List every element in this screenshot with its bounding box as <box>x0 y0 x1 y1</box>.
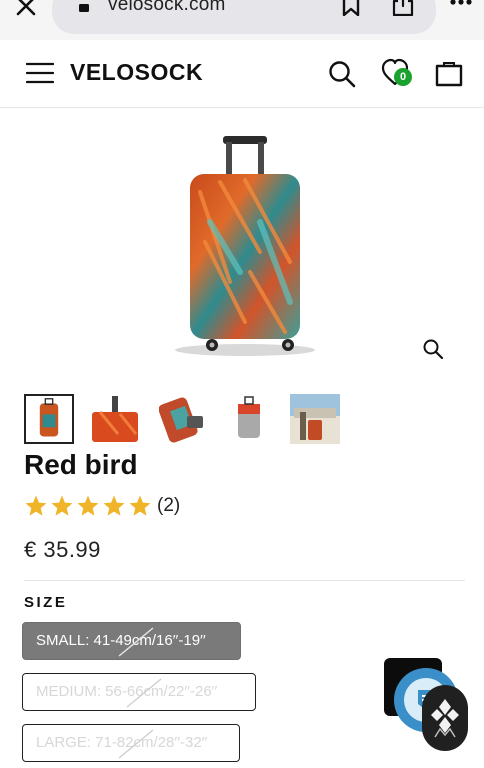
share-icon[interactable] <box>392 0 414 16</box>
product-price: € 35.99 <box>24 537 101 562</box>
size-label: SIZE <box>24 594 68 611</box>
thumbnail-5[interactable] <box>290 394 340 444</box>
bookmark-icon[interactable] <box>342 0 360 16</box>
thumbnail-1[interactable] <box>24 394 74 444</box>
product-image[interactable] <box>150 132 340 358</box>
close-icon[interactable] <box>14 0 38 18</box>
thumbnail-4[interactable] <box>224 394 274 444</box>
divider <box>24 580 465 581</box>
thumbnail-3[interactable] <box>159 394 209 444</box>
zoom-icon[interactable] <box>422 338 444 360</box>
site-header: VELOSOCK 0 <box>0 40 484 108</box>
shopping-bag-icon[interactable] <box>435 59 463 87</box>
lock-icon <box>79 4 89 12</box>
trust-badge-button[interactable] <box>422 685 468 751</box>
address-bar[interactable]: velosock.com <box>52 0 436 34</box>
strike-mark <box>118 729 154 759</box>
size-option-medium[interactable]: MEDIUM: 56-66cm/22′′-26′′ <box>22 673 256 711</box>
brand-logo[interactable]: VELOSOCK <box>70 59 203 86</box>
thumbnail-2[interactable] <box>90 394 140 444</box>
more-icon[interactable] <box>450 0 472 14</box>
menu-icon[interactable] <box>26 62 54 84</box>
search-icon[interactable] <box>328 60 356 88</box>
url-text[interactable]: velosock.com <box>108 0 226 16</box>
browser-toolbar: velosock.com <box>0 0 484 40</box>
thumbnail-gallery <box>24 394 354 444</box>
size-option-small[interactable]: SMALL: 41-49cm/16′′-19′′ <box>22 622 241 660</box>
strike-mark <box>126 678 162 708</box>
rating-stars <box>25 495 151 516</box>
wishlist-count-badge: 0 <box>394 68 412 86</box>
review-count[interactable]: (2) <box>157 495 180 517</box>
strike-mark <box>118 627 154 657</box>
size-option-large[interactable]: LARGE: 71-82cm/28′′-32′′ <box>22 724 240 762</box>
product-title: Red bird <box>24 449 138 480</box>
trust-badge-icon <box>431 699 459 738</box>
